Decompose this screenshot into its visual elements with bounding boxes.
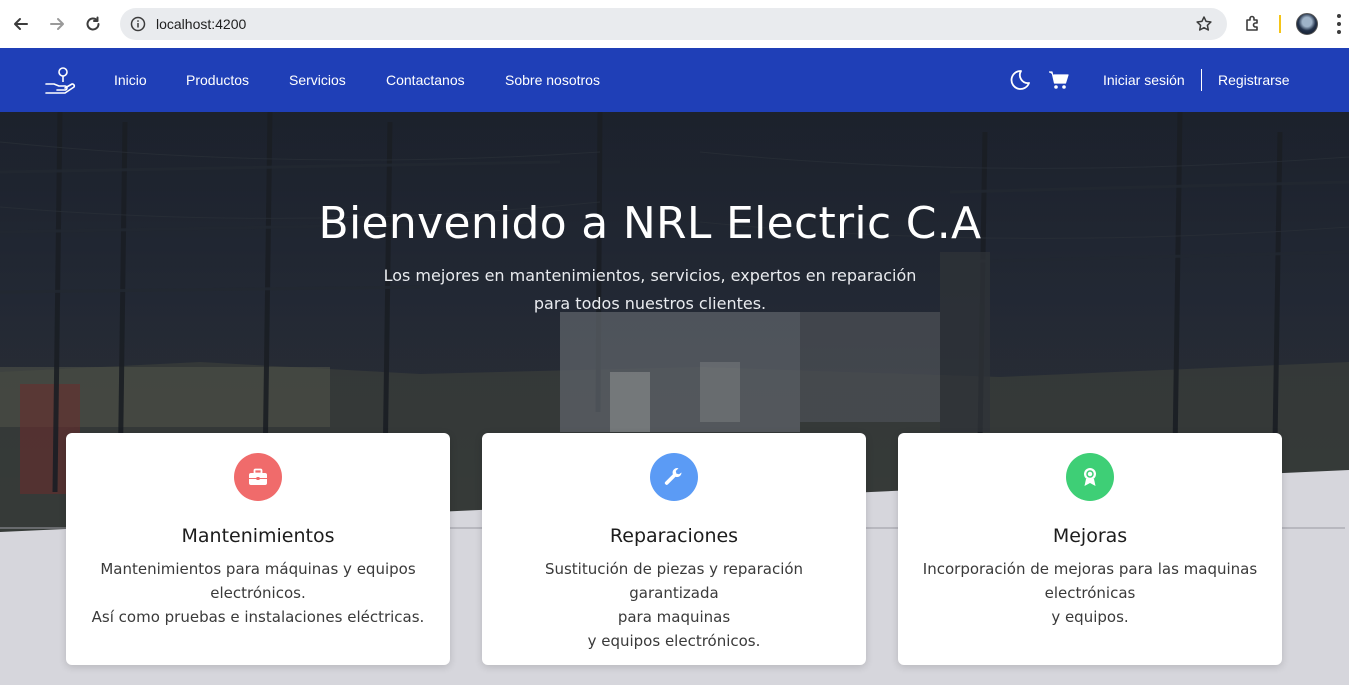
briefcase-icon xyxy=(234,453,282,501)
card-description-line: electrónicas xyxy=(1044,584,1136,602)
toolbar-divider xyxy=(1279,15,1281,33)
extensions-icon[interactable] xyxy=(1243,12,1263,36)
service-card-reparaciones[interactable]: Reparaciones Sustitución de piezas y rep… xyxy=(482,433,866,665)
card-description-line: Mantenimientos para máquinas y equipos xyxy=(100,560,416,578)
logo-icon[interactable] xyxy=(44,66,76,94)
moon-icon[interactable] xyxy=(1007,68,1031,92)
back-arrow-icon[interactable] xyxy=(9,12,33,36)
nav-link-inicio[interactable]: Inicio xyxy=(114,72,147,88)
bookmark-star-icon[interactable] xyxy=(1195,15,1213,33)
nav-divider xyxy=(1201,69,1202,91)
card-title: Reparaciones xyxy=(609,525,739,547)
main-navbar: Inicio Productos Servicios Contactanos S… xyxy=(0,48,1349,112)
register-link[interactable]: Registrarse xyxy=(1218,72,1290,88)
hero-subtitle-line-1: Los mejores en mantenimientos, servicios… xyxy=(383,266,917,285)
profile-avatar[interactable] xyxy=(1296,13,1318,35)
card-description-line: Así como pruebas e instalaciones eléctri… xyxy=(91,608,425,626)
card-description-line: y equipos electrónicos. xyxy=(587,632,761,650)
card-description-line: para maquinas xyxy=(617,608,731,626)
service-card-mejoras[interactable]: Mejoras Incorporación de mejoras para la… xyxy=(898,433,1282,665)
nav-link-servicios[interactable]: Servicios xyxy=(289,72,346,88)
url-text[interactable]: localhost:4200 xyxy=(156,16,246,32)
cart-icon[interactable] xyxy=(1047,68,1071,92)
card-description-line: electrónicos. xyxy=(210,584,306,602)
hero-subtitle: Los mejores en mantenimientos, servicios… xyxy=(340,262,960,318)
card-title: Mejoras xyxy=(1052,525,1128,547)
card-description-line: Sustitución de piezas y reparación garan… xyxy=(544,560,804,602)
menu-kebab-icon[interactable] xyxy=(1336,14,1342,34)
reload-icon[interactable] xyxy=(81,12,105,36)
card-description: Sustitución de piezas y reparación garan… xyxy=(502,557,846,653)
login-link[interactable]: Iniciar sesión xyxy=(1103,72,1185,88)
browser-toolbar: localhost:4200 xyxy=(0,0,1349,48)
nav-link-productos[interactable]: Productos xyxy=(186,72,249,88)
forward-arrow-icon[interactable] xyxy=(45,12,69,36)
nav-link-sobre-nosotros[interactable]: Sobre nosotros xyxy=(505,72,600,88)
address-bar[interactable]: localhost:4200 xyxy=(120,8,1227,40)
service-card-mantenimientos[interactable]: Mantenimientos Mantenimientos para máqui… xyxy=(66,433,450,665)
award-icon xyxy=(1066,453,1114,501)
card-description: Incorporación de mejoras para las maquin… xyxy=(918,557,1262,629)
card-title: Mantenimientos xyxy=(181,525,335,547)
card-description: Mantenimientos para máquinas y equipos e… xyxy=(86,557,430,629)
hero-subtitle-line-2: para todos nuestros clientes. xyxy=(533,294,767,313)
card-description-line: y equipos. xyxy=(1051,608,1129,626)
site-info-icon[interactable] xyxy=(130,16,146,32)
hero-title: Bienvenido a NRL Electric C.A xyxy=(318,198,982,249)
card-description-line: Incorporación de mejoras para las maquin… xyxy=(922,560,1258,578)
nav-link-contactanos[interactable]: Contactanos xyxy=(386,72,465,88)
wrench-icon xyxy=(650,453,698,501)
